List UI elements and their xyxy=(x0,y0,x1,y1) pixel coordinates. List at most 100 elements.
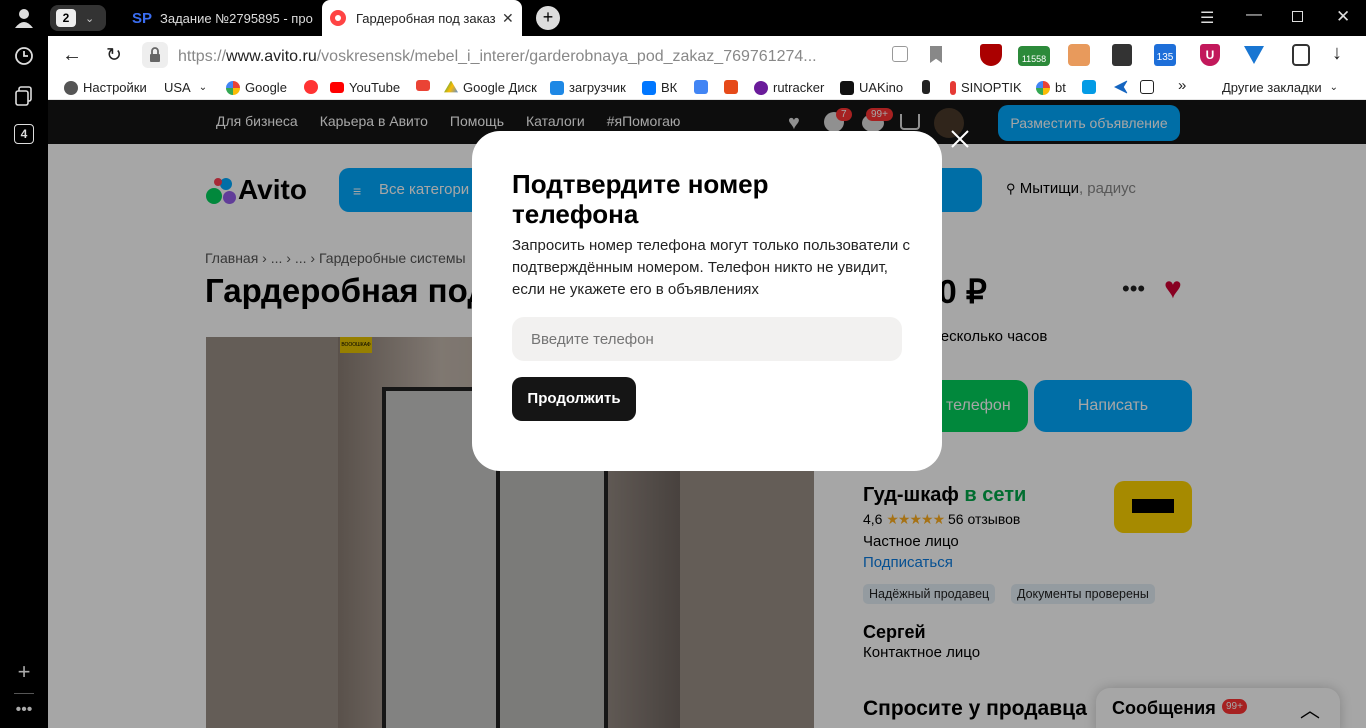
f-icon xyxy=(724,80,738,94)
url-path: /voskresensk/mebel_i_interer/garderobnay… xyxy=(316,48,817,65)
translate-icon xyxy=(694,80,708,94)
tab-active[interactable]: Гардеробная под заказ ✕ xyxy=(322,0,522,36)
bookmark-f[interactable] xyxy=(724,80,743,94)
google-icon xyxy=(226,80,240,95)
bookmark-uakino[interactable]: UAKino xyxy=(840,80,903,95)
rutracker-icon xyxy=(754,80,768,95)
uakino-icon xyxy=(840,80,854,95)
modal-close-icon[interactable] xyxy=(948,127,972,151)
arrow-icon xyxy=(1114,80,1128,94)
download-icon[interactable]: ↓ xyxy=(1332,42,1342,65)
tab-group-button[interactable]: 2 ⌄ xyxy=(50,5,106,31)
minimize-icon[interactable]: — xyxy=(1246,6,1262,24)
bookmark-yandex[interactable] xyxy=(304,80,323,94)
flag-extension-icon[interactable] xyxy=(1112,44,1132,66)
calendar-extension-value: 135 xyxy=(1156,52,1174,63)
bookmark-figure[interactable] xyxy=(922,80,935,94)
vk-icon xyxy=(642,80,656,95)
phone-input[interactable] xyxy=(512,317,902,361)
other-bookmarks-button[interactable]: Другие закладки ⌄ xyxy=(1222,80,1338,95)
bookmark-bt[interactable]: bt xyxy=(1036,80,1066,95)
thermometer-icon xyxy=(950,80,956,95)
chevron-down-icon: ⌄ xyxy=(1329,82,1338,93)
vpn-icon[interactable] xyxy=(1244,46,1264,64)
close-window-icon[interactable]: ✕ xyxy=(1336,7,1350,27)
bookmark-settings[interactable]: Настройки xyxy=(64,80,147,95)
bookmark-icon[interactable] xyxy=(930,46,942,63)
bookmark-label: UAKino xyxy=(859,80,904,95)
tab-inactive[interactable]: SP Задание №2795895 - про xyxy=(124,2,320,34)
youtube-icon xyxy=(330,82,344,93)
bookmark-label: Google xyxy=(245,80,287,95)
browser-window: 4 + ••• 2 ⌄ SP Задание №2795895 - про Га… xyxy=(0,0,1366,728)
menu-icon[interactable]: ☰ xyxy=(1200,8,1214,28)
bookmarks-bar: Настройки USA ⌄ Google YouTube Google Дис… xyxy=(48,76,1366,100)
bookmark-google-drive[interactable]: Google Диск xyxy=(444,80,537,95)
new-tab-button[interactable]: + xyxy=(536,6,560,30)
loader-icon xyxy=(550,80,564,95)
gmail-icon xyxy=(416,80,430,91)
bookmark-p[interactable] xyxy=(1082,80,1101,94)
profile-icon[interactable] xyxy=(12,6,36,30)
bookmark-youtube[interactable]: YouTube xyxy=(330,80,400,95)
rail-divider xyxy=(14,693,34,694)
bookmark-label: SINOPTIK xyxy=(961,80,1022,95)
bookmark-gmail[interactable] xyxy=(416,80,435,91)
bookmark-label: ВК xyxy=(661,80,678,95)
extension-badge-value: 11558 xyxy=(1021,54,1047,64)
bookmark-bc[interactable] xyxy=(1140,80,1159,94)
drive-icon xyxy=(444,80,458,93)
lock-icon[interactable] xyxy=(142,42,168,68)
continue-button[interactable]: Продолжить xyxy=(512,377,636,421)
avatar-extension-icon[interactable] xyxy=(1068,44,1090,66)
bookmark-label: Настройки xyxy=(83,80,147,95)
bookmark-arrow[interactable] xyxy=(1114,80,1133,94)
bookmark-label: загрузчик xyxy=(569,80,626,95)
collections-icon[interactable] xyxy=(12,84,36,108)
modal-title: Подтвердите номер телефона xyxy=(512,169,769,229)
bookmark-label: USA xyxy=(164,80,191,95)
tab-count-badge: 2 xyxy=(56,9,76,27)
url-domain: www.avito.ru xyxy=(226,48,317,65)
bookmark-google[interactable]: Google xyxy=(226,80,287,95)
ublock-icon[interactable] xyxy=(980,44,1002,66)
bookmark-translate[interactable] xyxy=(694,80,713,94)
bookmark-vk[interactable]: ВК xyxy=(642,80,677,95)
history-icon[interactable] xyxy=(12,44,36,68)
more-icon[interactable]: ••• xyxy=(12,698,36,722)
chevron-down-icon: ⌄ xyxy=(85,12,95,25)
google-icon xyxy=(1036,80,1050,95)
more-bookmarks-button[interactable]: » xyxy=(1178,77,1186,94)
tab-title: Гардеробная под заказ xyxy=(356,10,496,26)
modal-description: Запросить номер телефона могут только по… xyxy=(512,237,910,298)
avito-page: Для бизнеса Карьера в Авито Помощь Катал… xyxy=(48,100,1366,728)
bookmark-rutracker[interactable]: rutracker xyxy=(754,80,824,95)
bookmark-usa[interactable]: USA ⌄ xyxy=(164,80,207,95)
other-bookmarks-label: Другие закладки xyxy=(1222,80,1322,95)
bc-icon xyxy=(1140,80,1154,94)
extension-badge-icon[interactable]: 11558 xyxy=(1018,46,1050,66)
close-tab-icon[interactable]: ✕ xyxy=(502,10,514,27)
note-extension-icon[interactable] xyxy=(1292,44,1310,66)
bookmark-sinoptik[interactable]: SINOPTIK xyxy=(950,80,1022,95)
add-panel-icon[interactable]: + xyxy=(12,659,36,684)
url-prefix: https:// xyxy=(178,48,227,65)
tabs-count-badge[interactable]: 4 xyxy=(14,124,34,144)
p-icon xyxy=(1082,80,1096,94)
tab-bar: 2 ⌄ SP Задание №2795895 - про Гардеробна… xyxy=(48,0,1366,36)
url-field[interactable]: https://www.avito.ru/voskresensk/mebel_i… xyxy=(178,48,817,66)
tab-copy-icon[interactable] xyxy=(892,46,908,62)
yandex-icon xyxy=(304,80,318,94)
restore-icon[interactable] xyxy=(1292,11,1303,22)
reload-icon[interactable]: ↻ xyxy=(106,44,122,67)
bookmark-label: rutracker xyxy=(773,80,825,95)
shield-u-icon[interactable]: U xyxy=(1200,44,1220,66)
phone-verify-modal: Подтвердите номер телефона Запросить ном… xyxy=(472,131,942,471)
back-icon[interactable]: ← xyxy=(62,44,82,67)
bookmark-loader[interactable]: загрузчик xyxy=(550,80,626,95)
figure-icon xyxy=(922,80,930,94)
calendar-extension-icon[interactable]: 135 xyxy=(1154,44,1176,66)
tab-title: Задание №2795895 - про xyxy=(160,10,313,26)
chevron-down-icon: ⌄ xyxy=(198,82,208,93)
avito-favicon-icon xyxy=(330,10,346,26)
